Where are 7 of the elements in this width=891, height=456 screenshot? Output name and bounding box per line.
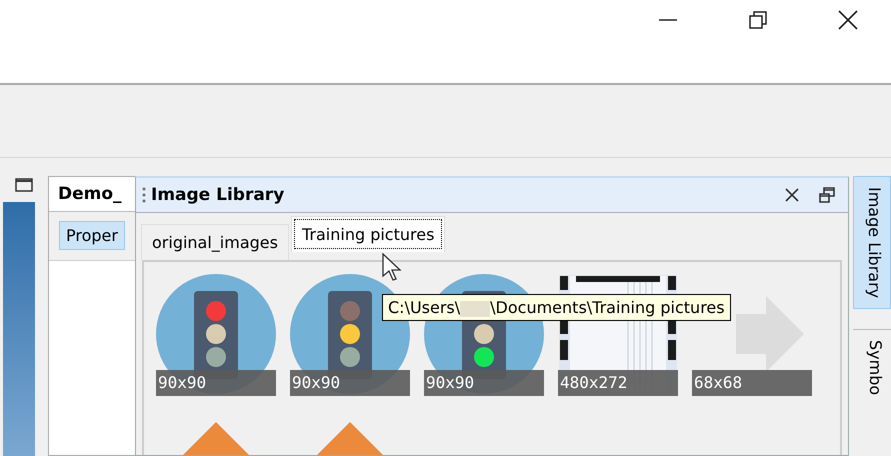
panel-title: Image Library (151, 185, 286, 205)
size-label: 90x90 (424, 370, 544, 396)
size-label: 68x68 (692, 370, 812, 396)
size-label: 480x272 (558, 370, 678, 396)
size-label: 90x90 (156, 370, 276, 396)
tooltip-text: C:\Users\ \Documents\Training pictures (388, 298, 725, 317)
size-label: 90x90 (290, 370, 410, 396)
